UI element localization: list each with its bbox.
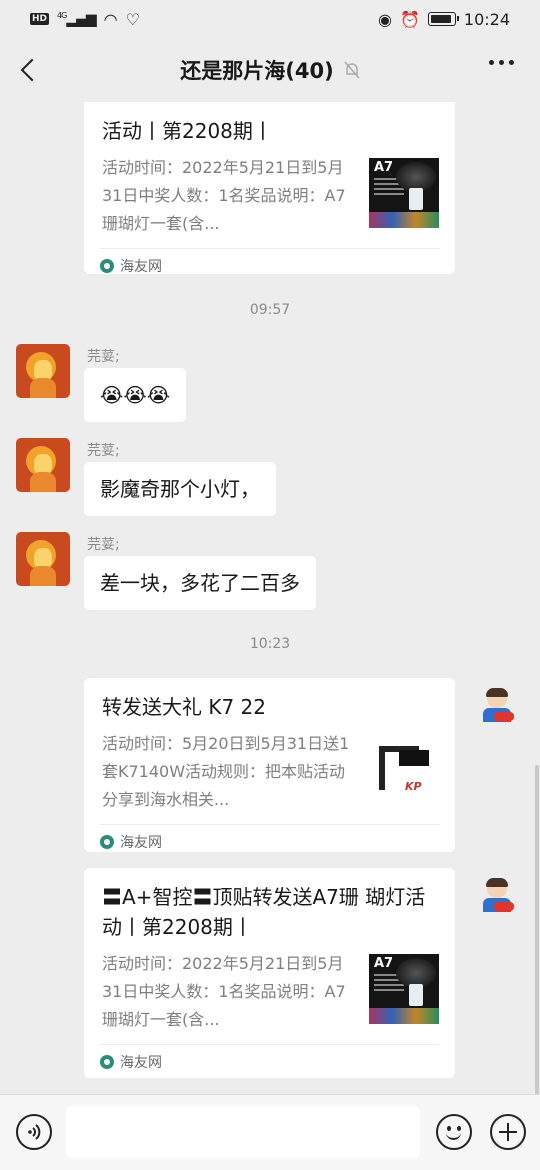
voice-icon[interactable] bbox=[16, 1114, 52, 1150]
back-icon[interactable] bbox=[14, 54, 44, 86]
source-icon bbox=[100, 258, 114, 273]
chat-title: 还是那片海(40) bbox=[180, 59, 334, 83]
hd-badge: HD bbox=[30, 13, 50, 25]
signal-icon: 4G▂▄▆ bbox=[57, 10, 97, 28]
chat-header: 还是那片海(40) bbox=[0, 38, 540, 102]
clock: 10:24 bbox=[463, 9, 510, 29]
my-avatar[interactable] bbox=[470, 870, 524, 924]
status-bar: HD 4G▂▄▆ ◠ ♡ ◉ ⏰ 10:24 bbox=[0, 0, 540, 38]
more-icon[interactable] bbox=[489, 60, 514, 65]
link-card[interactable]: 转发送大礼 K7 22 活动时间：5月20日到5月31日送1套K7140W活动规… bbox=[84, 678, 455, 852]
my-avatar[interactable] bbox=[470, 680, 524, 734]
emoji-icon[interactable] bbox=[436, 1114, 472, 1150]
link-card[interactable]: 活动丨第2208期丨 活动时间：2022年5月21日到5月31日中奖人数：1名奖… bbox=[84, 102, 455, 274]
alarm-icon: ⏰ bbox=[399, 9, 420, 29]
avatar[interactable] bbox=[16, 344, 70, 398]
mute-bell-icon bbox=[344, 61, 360, 79]
plus-icon[interactable] bbox=[490, 1114, 526, 1150]
input-bar bbox=[0, 1094, 540, 1170]
source-icon bbox=[100, 834, 114, 849]
wifi-icon: ◠ bbox=[103, 9, 118, 29]
card-description: 活动时间：2022年5月21日到5月31日中奖人数：1名奖品说明：A7珊瑚灯一套… bbox=[102, 954, 346, 1029]
card-thumbnail: A7 bbox=[369, 158, 439, 228]
message-input[interactable] bbox=[66, 1106, 420, 1158]
health-icon: ♡ bbox=[125, 9, 140, 29]
card-description: 活动时间：2022年5月21日到5月31日中奖人数：1名奖品说明：A7珊瑚灯一套… bbox=[102, 158, 346, 233]
battery-icon bbox=[427, 12, 459, 26]
timestamp: 10:23 bbox=[249, 636, 291, 652]
card-description: 活动时间：5月20日到5月31日送1套K7140W活动规则：把本贴活动分享到海水… bbox=[102, 734, 350, 809]
timestamp: 09:57 bbox=[249, 302, 291, 318]
card-source: 海友网 bbox=[100, 1044, 439, 1078]
eye-icon: ◉ bbox=[378, 9, 392, 29]
message-bubble[interactable]: 影魔奇那个小灯， bbox=[84, 462, 276, 516]
message-bubble[interactable]: 😭😭😭 bbox=[84, 368, 187, 422]
sender-name: 芫荽; bbox=[87, 537, 120, 553]
sender-name: 芫荽; bbox=[87, 443, 120, 459]
card-thumbnail: A7 bbox=[369, 954, 439, 1024]
card-title: 〓A+智控〓顶贴转发送A7珊 瑚灯活动丨第2208期丨 bbox=[102, 885, 426, 939]
card-source: 海友网 bbox=[100, 824, 439, 852]
source-icon bbox=[100, 1054, 114, 1069]
card-source: 海友网 bbox=[100, 248, 439, 274]
avatar[interactable] bbox=[16, 532, 70, 586]
message-list[interactable]: 活动丨第2208期丨 活动时间：2022年5月21日到5月31日中奖人数：1名奖… bbox=[0, 102, 540, 1094]
sender-name: 芫荽; bbox=[87, 349, 120, 365]
card-title: 活动丨第2208期丨 bbox=[102, 119, 273, 143]
card-thumbnail: KP bbox=[369, 734, 439, 804]
message-bubble[interactable]: 差一块，多花了二百多 bbox=[84, 556, 316, 610]
scrollbar[interactable] bbox=[535, 765, 539, 1094]
avatar[interactable] bbox=[16, 438, 70, 492]
card-title: 转发送大礼 K7 22 bbox=[102, 695, 267, 719]
link-card[interactable]: 〓A+智控〓顶贴转发送A7珊 瑚灯活动丨第2208期丨 活动时间：2022年5月… bbox=[84, 868, 455, 1078]
